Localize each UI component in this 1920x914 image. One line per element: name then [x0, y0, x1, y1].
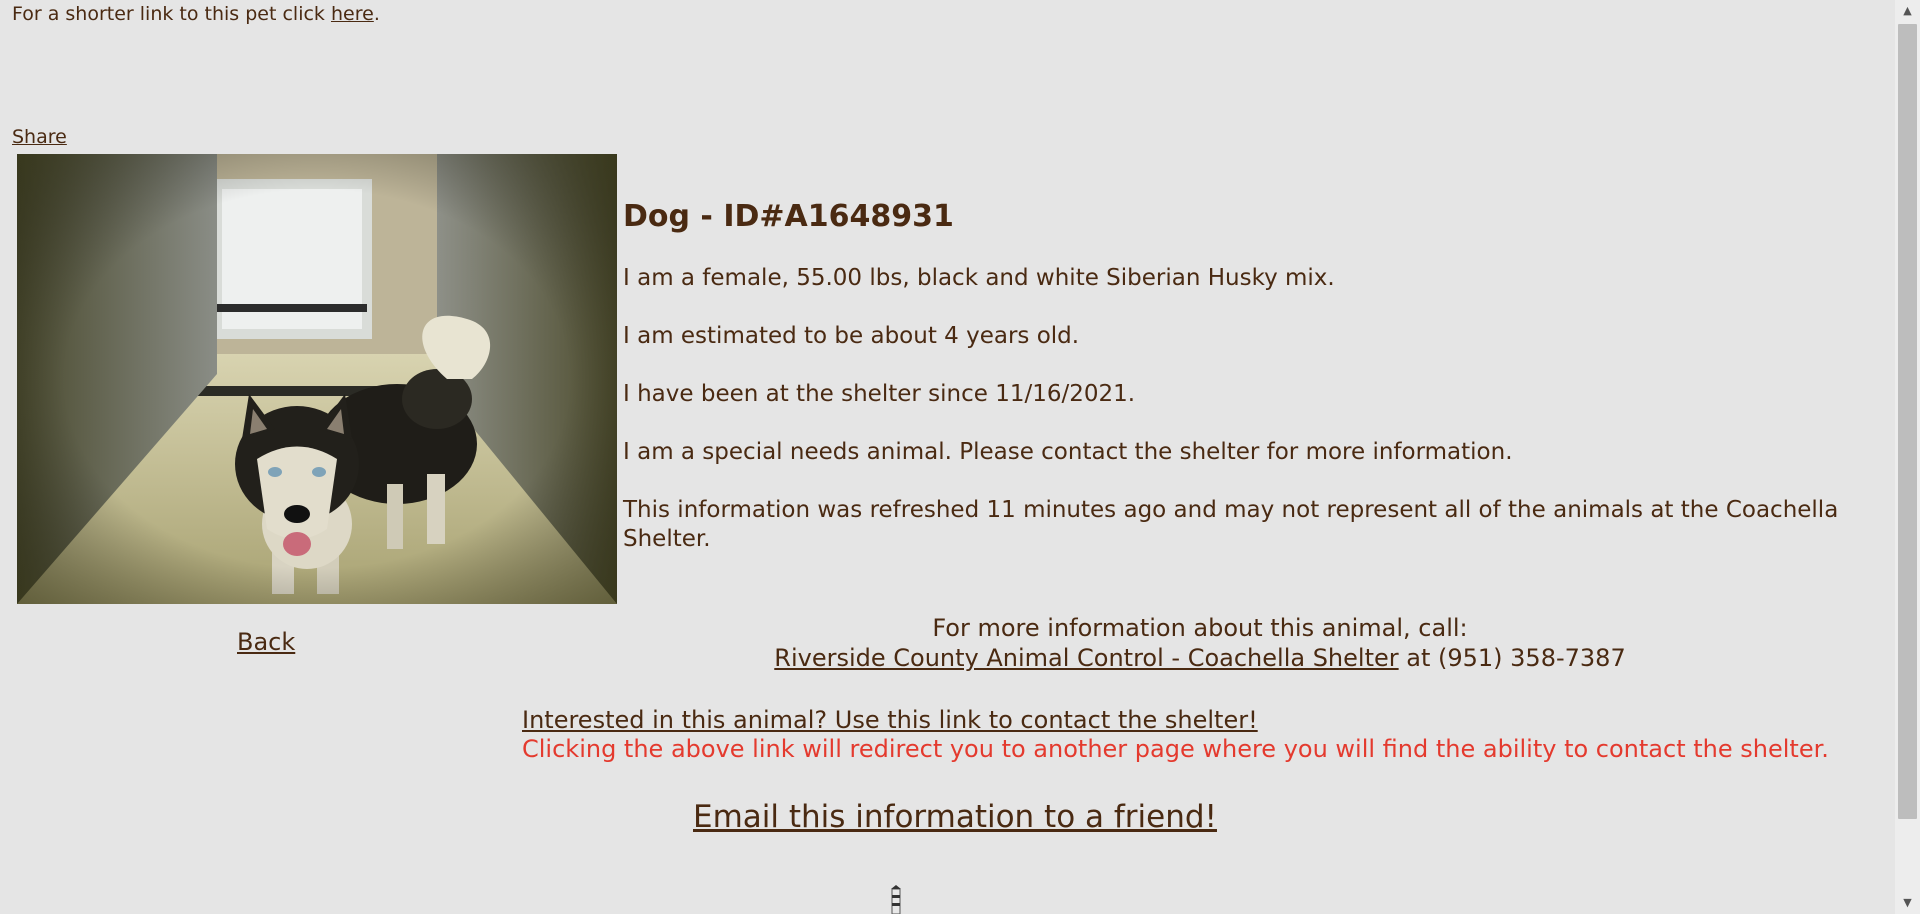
animal-info: Dog - ID#A1648931 I am a female, 55.00 l… [623, 200, 1843, 583]
short-link-suffix: . [373, 3, 380, 25]
refresh-notice: This information was refreshed 11 minute… [623, 497, 1839, 552]
share-link[interactable]: Share [12, 126, 67, 148]
pet-detail-page: For a shorter link to this pet click her… [0, 0, 1920, 914]
redirect-notice: Clicking the above link will redirect yo… [522, 735, 1829, 763]
back-link[interactable]: Back [237, 628, 295, 656]
call-info: For more information about this animal, … [700, 613, 1700, 673]
chevron-up-icon[interactable]: ▲ [1895, 0, 1920, 22]
animal-special-needs: I am a special needs animal. Please cont… [623, 439, 1513, 465]
short-link[interactable]: here [331, 3, 374, 25]
short-link-line: For a shorter link to this pet click her… [12, 3, 380, 25]
husky-photo-illustration [17, 154, 617, 604]
animal-age: I am estimated to be about 4 years old. [623, 323, 1080, 349]
pet-photo [17, 154, 617, 604]
lighthouse-icon [886, 885, 906, 914]
short-link-prefix: For a shorter link to this pet click [12, 3, 331, 25]
shelter-phone: at (951) 358-7387 [1398, 644, 1626, 672]
animal-intake-date: I have been at the shelter since 11/16/2… [623, 381, 1136, 407]
animal-heading: Dog - ID#A1648931 [623, 199, 954, 234]
chevron-down-icon[interactable]: ▼ [1895, 892, 1920, 914]
shelter-link[interactable]: Riverside County Animal Control - Coache… [774, 644, 1398, 672]
scrollbar-thumb[interactable] [1898, 24, 1917, 819]
contact-shelter-link[interactable]: Interested in this animal? Use this link… [522, 706, 1829, 735]
vertical-scrollbar[interactable]: ▲ ▼ [1895, 0, 1920, 914]
animal-description: I am a female, 55.00 lbs, black and whit… [623, 265, 1335, 291]
contact-block: Interested in this animal? Use this link… [522, 706, 1829, 764]
call-label: For more information about this animal, … [932, 614, 1468, 642]
call-line: Riverside County Animal Control - Coache… [700, 643, 1700, 673]
email-friend-link[interactable]: Email this information to a friend! [693, 799, 1217, 835]
